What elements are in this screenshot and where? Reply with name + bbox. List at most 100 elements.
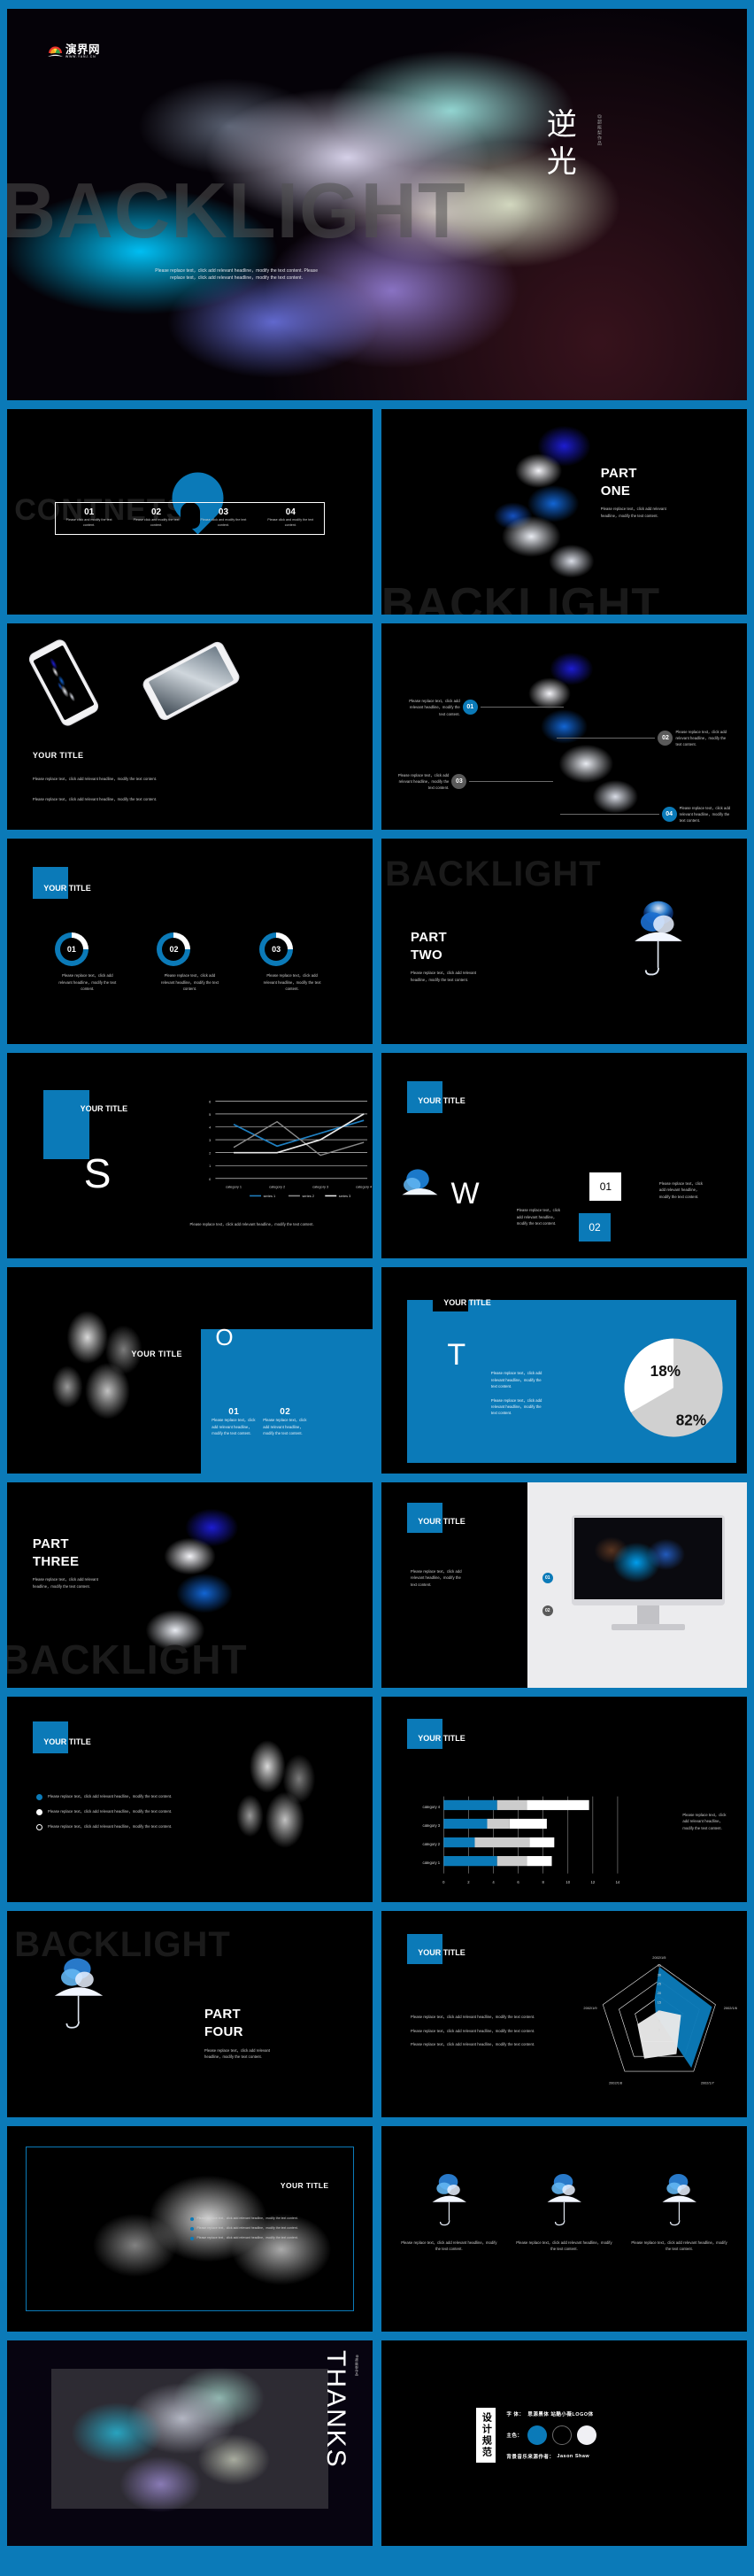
bar-chart-title: YOUR TITLE bbox=[418, 1733, 465, 1743]
part-one-line1: PART bbox=[600, 465, 637, 481]
callout-leader-4 bbox=[560, 814, 659, 816]
color-swatch-black[interactable] bbox=[552, 2425, 573, 2446]
svg-text:category 3: category 3 bbox=[312, 1184, 328, 1188]
callout-leader-2 bbox=[557, 738, 656, 739]
color-swatch-white[interactable] bbox=[577, 2425, 597, 2446]
framed-item-3[interactable]: Please replace text，click add relevant h… bbox=[189, 2235, 336, 2241]
triple-text-2: Please replace text，click add relevant h… bbox=[516, 2239, 612, 2251]
color-swatch-accent[interactable] bbox=[527, 2425, 548, 2446]
swot-s-title-box bbox=[43, 1089, 90, 1159]
slide-cover[interactable]: BACKLIGHT 演界网 WWW.YANJ.CN 逆 光 @超能梨作品 Ple… bbox=[7, 9, 747, 400]
contents-number: 03 bbox=[218, 507, 229, 517]
svg-text:4: 4 bbox=[492, 1880, 495, 1884]
contents-item-2[interactable]: 02 Please click and modify the text cont… bbox=[123, 507, 190, 529]
framed-item-2[interactable]: Please replace text，click add relevant h… bbox=[189, 2226, 336, 2232]
spec-color-row: 主色： bbox=[506, 2425, 597, 2446]
contents-item-4[interactable]: 04 Please click and modify the text cont… bbox=[257, 507, 324, 529]
swot-w-card-02[interactable]: 02 bbox=[579, 1213, 612, 1242]
part-two-desc: Please replace text，click add relevant h… bbox=[411, 971, 477, 982]
slide-contents[interactable]: CONTNETS 01 Please click and modify the … bbox=[7, 409, 373, 615]
slide-bar-chart[interactable]: YOUR TITLE category 4 category 3 category… bbox=[381, 1696, 747, 1903]
slide-swot-w[interactable]: YOUR TITLE W Please replace text，click a… bbox=[381, 1052, 747, 1259]
framed-title: YOUR TITLE bbox=[280, 2181, 329, 2191]
part-one-text-block: PART ONE Please replace text，click add r… bbox=[601, 465, 679, 519]
pie-chart: 18% 82% bbox=[624, 1338, 723, 1437]
callout-row-2[interactable]: 02 Please replace text，click add relevan… bbox=[557, 729, 732, 748]
slide-part-four[interactable]: BACKLIGHT PART FOUR Please replace text，… bbox=[7, 1911, 373, 2117]
callout-badge-4: 04 bbox=[661, 807, 677, 823]
svg-text:12: 12 bbox=[590, 1880, 595, 1884]
callout-row-4[interactable]: 04 Please replace text，click add relevan… bbox=[560, 805, 735, 824]
swot-w-card-01[interactable]: 01 bbox=[589, 1172, 622, 1201]
radar-desc-3: Please replace text，click add relevant h… bbox=[411, 2042, 535, 2047]
part-two-text-block: PART TWO Please replace text，click add r… bbox=[411, 929, 492, 983]
slide-triple-columns[interactable]: Please replace text，click add relevant h… bbox=[381, 2125, 747, 2332]
donuts-row: 01 Please replace text，click add relevan… bbox=[36, 932, 343, 992]
radar-cat-1: 2002/1/5 bbox=[652, 1955, 666, 1960]
slide-framed-image[interactable]: YOUR TITLE Please replace text，click add… bbox=[7, 2125, 373, 2332]
framed-item-1[interactable]: Please replace text，click add relevant h… bbox=[189, 2216, 336, 2222]
contents-number: 02 bbox=[150, 507, 162, 517]
swot-o-item-1[interactable]: 01 Please replace text，click add relevan… bbox=[212, 1407, 256, 1436]
phone-mock-left bbox=[27, 637, 102, 729]
contents-list: 01 Please click and modify the text cont… bbox=[54, 501, 326, 536]
pie-label-2: 82% bbox=[676, 1411, 706, 1428]
bullet-item-1[interactable]: Please replace text，click add relevant h… bbox=[36, 1793, 227, 1801]
slide-part-three[interactable]: BACKLIGHT PART THREE Please replace text… bbox=[7, 1481, 373, 1688]
slide-swot-o[interactable]: YOUR TITLE O 01 Please replace text，clic… bbox=[7, 1267, 373, 1474]
svg-text:14: 14 bbox=[615, 1880, 619, 1884]
logo-brand-name: 演界网 bbox=[65, 43, 100, 56]
imac-badge-1: 01 bbox=[542, 1572, 553, 1583]
svg-text:series 3: series 3 bbox=[338, 1194, 350, 1198]
slide-donuts[interactable]: YOUR TITLE 01 Please replace text，click … bbox=[7, 838, 373, 1044]
swot-w-letter: W bbox=[450, 1176, 480, 1211]
slide-swot-s[interactable]: YOUR TITLE S 6 5 4 3 2 1 0 category 1 categor… bbox=[7, 1052, 373, 1259]
donut-item-3[interactable]: 03 Please replace text，click add relevan… bbox=[259, 932, 325, 992]
thanks-scrim bbox=[50, 2369, 329, 2510]
swot-s-letter: S bbox=[83, 1150, 112, 1197]
triple-item-3[interactable]: Please replace text，click add relevant h… bbox=[630, 2171, 729, 2253]
slide-bullets[interactable]: YOUR TITLE Please replace text，click add… bbox=[7, 1696, 373, 1903]
slide-thanks[interactable]: THANKS @超能梨作品 bbox=[7, 2340, 373, 2547]
contents-item-1[interactable]: 01 Please click and modify the text cont… bbox=[56, 507, 123, 529]
brand-logo[interactable]: 演界网 WWW.YANJ.CN bbox=[47, 43, 100, 58]
callout-text-1: Please replace text，click add relevant h… bbox=[409, 698, 460, 716]
umbrella-smoke-image-2 bbox=[621, 900, 696, 986]
radar-cat-5: 2002/1/9 bbox=[583, 2006, 596, 2010]
svg-text:35: 35 bbox=[658, 1963, 661, 1968]
swot-o-item-2[interactable]: 02 Please replace text，click add relevan… bbox=[263, 1407, 307, 1436]
umbrella-icon-1 bbox=[432, 2173, 466, 2225]
part-two-line2: TWO bbox=[411, 948, 442, 963]
framed-text-3: Please replace text，click add relevant h… bbox=[196, 2235, 298, 2239]
triple-item-1[interactable]: Please replace text，click add relevant h… bbox=[400, 2171, 499, 2253]
slide-part-one[interactable]: BACKLIGHT PART ONE Please replace text，c… bbox=[381, 409, 747, 615]
radar-cat-2: 2002/1/6 bbox=[724, 2006, 737, 2010]
triple-item-2[interactable]: Please replace text，click add relevant h… bbox=[515, 2171, 614, 2253]
cover-ghost-word: BACKLIGHT bbox=[7, 166, 466, 254]
swot-o-num-2: 02 bbox=[280, 1407, 291, 1418]
donut-item-1[interactable]: 01 Please replace text，click add relevan… bbox=[54, 932, 120, 992]
slide-radar-chart[interactable]: YOUR TITLE Please replace text，click add… bbox=[381, 1911, 747, 2117]
callout-row-3[interactable]: Please replace text，click add relevant h… bbox=[392, 772, 554, 792]
slide-callouts[interactable]: Please replace text，click add relevant h… bbox=[381, 623, 747, 830]
phone-slide-desc-1: Please replace text，click add relevant h… bbox=[32, 777, 158, 782]
slide-phone-mockup[interactable]: YOUR TITLE Please replace text，click add… bbox=[7, 623, 373, 830]
donut-chart-2: 02 bbox=[157, 932, 191, 967]
svg-text:25: 25 bbox=[658, 1982, 661, 1986]
callout-row-1[interactable]: Please replace text，click add relevant h… bbox=[404, 698, 565, 717]
part-three-desc: Please replace text，click add relevant h… bbox=[32, 1577, 98, 1589]
donut-item-2[interactable]: 02 Please replace text，click add relevan… bbox=[157, 932, 222, 992]
slide-imac-mockup[interactable]: YOUR TITLE Please replace text，click add… bbox=[381, 1481, 747, 1688]
bullets-list: Please replace text，click add relevant h… bbox=[36, 1793, 227, 1831]
contents-item-3[interactable]: 03 Please click and modify the text cont… bbox=[190, 507, 258, 529]
svg-text:category 1: category 1 bbox=[226, 1184, 242, 1188]
callout-badge-3: 03 bbox=[451, 774, 467, 790]
bullet-item-2[interactable]: Please replace text，click add relevant h… bbox=[36, 1808, 227, 1816]
bullet-dot-outline-icon bbox=[36, 1824, 43, 1831]
slide-swot-t[interactable]: YOUR TITLE T Please replace text，click a… bbox=[381, 1267, 747, 1474]
bullets-title: YOUR TITLE bbox=[43, 1737, 91, 1747]
bullet-item-3[interactable]: Please replace text，click add relevant h… bbox=[36, 1823, 227, 1831]
slide-part-two[interactable]: BACKLIGHT PART TWO Please replace text，c… bbox=[381, 838, 747, 1044]
callout-leader-3 bbox=[469, 781, 554, 783]
slide-design-spec[interactable]: 设计规范 字 体： 思源黑体 站酷小薇LOGO体 主色： 背景音乐来源作者： J… bbox=[381, 2340, 747, 2547]
